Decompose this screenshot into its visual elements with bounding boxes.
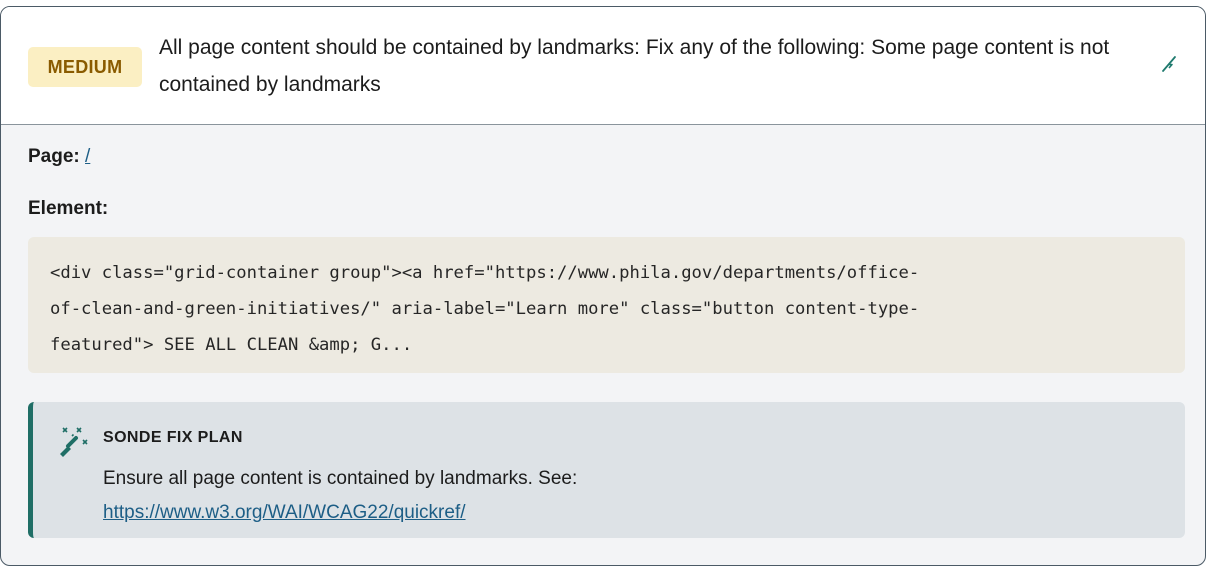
element-code: <div class="grid-container group"><a hre… bbox=[28, 237, 1185, 373]
issue-card: MEDIUM All page content should be contai… bbox=[0, 6, 1206, 566]
element-row: Element: bbox=[28, 198, 108, 220]
fix-plan-heading: SONDE FIX PLAN bbox=[103, 429, 243, 446]
fix-plan-body: Ensure all page content is contained by … bbox=[103, 462, 577, 530]
fix-plan-panel: SONDE FIX PLAN Ensure all page content i… bbox=[28, 402, 1185, 538]
severity-badge: MEDIUM bbox=[28, 47, 142, 87]
page-label: Page: bbox=[28, 146, 80, 167]
wand-edit-icon[interactable] bbox=[1159, 53, 1179, 75]
issue-title: All page content should be contained by … bbox=[159, 36, 1110, 96]
element-label: Element: bbox=[28, 198, 109, 219]
page-row: Page: / bbox=[28, 146, 90, 168]
fix-plan-link[interactable]: https://www.w3.org/WAI/WCAG22/quickref/ bbox=[103, 502, 466, 523]
fix-plan-text: Ensure all page content is contained by … bbox=[103, 468, 578, 489]
issue-header: MEDIUM All page content should be contai… bbox=[1, 7, 1205, 125]
magic-wand-sparkles-icon bbox=[57, 424, 91, 458]
page-link[interactable]: / bbox=[85, 146, 90, 167]
